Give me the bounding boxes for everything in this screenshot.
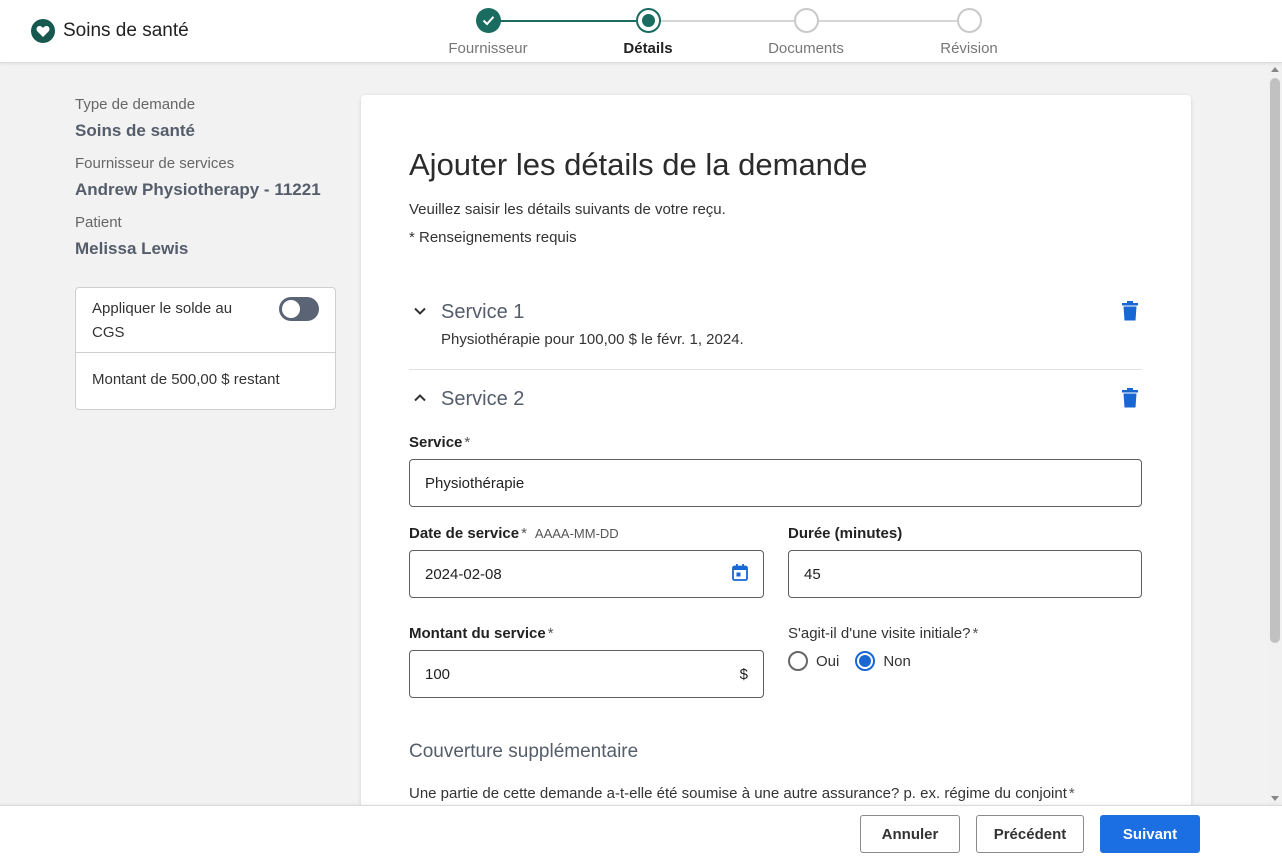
date-field-label: Date de service * AAAA-MM-DD xyxy=(409,525,619,542)
initial-visit-label-text: S'agit-il d'une visite initiale? xyxy=(788,625,971,642)
radio-non-label[interactable]: Non xyxy=(883,653,911,670)
pending-step-indicator xyxy=(956,8,982,33)
provider-label: Fournisseur de services xyxy=(75,155,235,172)
scrollbar-thumb[interactable] xyxy=(1270,78,1280,643)
provider-value: Andrew Physiotherapy - 11221 xyxy=(75,180,321,199)
top-header: Soins de santé Fournisseur Détails Docum… xyxy=(0,0,1282,63)
current-step-indicator xyxy=(635,8,661,33)
duration-field-label: Durée (minutes) xyxy=(788,525,903,542)
balance-card: Appliquer le solde au CGS Montant de 500… xyxy=(75,287,336,410)
amount-field-label: Montant du service * xyxy=(409,625,554,642)
step-label: Détails xyxy=(623,40,673,57)
date-input-value: 2024-02-08 xyxy=(425,565,502,583)
service-label-text: Service xyxy=(409,434,463,451)
amount-input-value: 100 xyxy=(425,665,451,683)
initial-visit-options: Oui Non xyxy=(788,651,911,671)
scroll-up-arrow-icon[interactable] xyxy=(1271,67,1279,72)
coverage-question-text: Une partie de cette demande a-t-elle été… xyxy=(409,785,1067,802)
coverage-question: Une partie de cette demande a-t-elle été… xyxy=(409,785,1075,802)
pending-step-indicator xyxy=(793,8,819,33)
claim-type-label: Type de demande xyxy=(75,96,196,113)
trash-icon[interactable] xyxy=(1121,388,1139,413)
footer-action-bar: Annuler Précédent Suivant xyxy=(0,805,1282,859)
radio-oui-label[interactable]: Oui xyxy=(816,653,839,670)
service-1-summary: Physiothérapie pour 100,00 $ le févr. 1,… xyxy=(441,331,744,348)
chevron-up-icon[interactable] xyxy=(413,391,427,410)
date-of-service-input[interactable]: 2024-02-08 xyxy=(409,550,764,598)
apply-balance-toggle[interactable] xyxy=(279,297,319,321)
duration-input-value: 45 xyxy=(804,565,821,583)
scroll-down-arrow-icon[interactable] xyxy=(1271,796,1279,801)
currency-suffix: $ xyxy=(739,665,748,683)
service-input[interactable]: Physiothérapie xyxy=(409,459,1142,507)
step-fournisseur: Fournisseur xyxy=(428,8,548,57)
step-documents: Documents xyxy=(746,8,866,57)
step-label: Fournisseur xyxy=(448,40,528,57)
service-1-title[interactable]: Service 1 xyxy=(441,301,524,324)
service-input-value: Physiothérapie xyxy=(425,474,525,492)
trash-icon[interactable] xyxy=(1121,301,1139,326)
step-details: Détails xyxy=(588,8,708,57)
date-format-hint: AAAA-MM-DD xyxy=(534,526,619,541)
page-scrollbar[interactable] xyxy=(1268,63,1282,805)
cancel-button[interactable]: Annuler xyxy=(860,815,960,853)
claim-type-value: Soins de santé xyxy=(75,121,195,140)
required-note: * Renseignements requis xyxy=(409,229,577,246)
calendar-icon[interactable] xyxy=(732,563,748,585)
radio-non[interactable] xyxy=(855,651,876,671)
coverage-section-title: Couverture supplémentaire xyxy=(409,741,639,762)
required-marker: * xyxy=(547,625,554,642)
required-marker: * xyxy=(972,625,979,642)
duration-input[interactable]: 45 xyxy=(788,550,1142,598)
service-amount-input[interactable]: 100 $ xyxy=(409,650,764,698)
service-divider xyxy=(409,369,1142,370)
amount-label-text: Montant du service xyxy=(409,625,546,642)
previous-button[interactable]: Précédent xyxy=(976,815,1084,853)
progress-stepper: Fournisseur Détails Documents Révision xyxy=(0,0,1282,63)
balance-toggle-label: Appliquer le solde au CGS xyxy=(92,300,233,341)
balance-remaining: Montant de 500,00 $ restant xyxy=(92,371,280,388)
balance-toggle-row: Appliquer le solde au CGS xyxy=(76,288,335,353)
toggle-knob xyxy=(282,300,300,318)
service-2-title[interactable]: Service 2 xyxy=(441,388,524,411)
required-marker: * xyxy=(1068,785,1075,802)
patient-value: Melissa Lewis xyxy=(75,239,189,258)
page-subtitle: Veuillez saisir les détails suivants de … xyxy=(409,201,726,218)
check-icon xyxy=(475,8,501,33)
service-field-label: Service * xyxy=(409,434,470,451)
required-marker: * xyxy=(464,434,471,451)
chevron-down-icon[interactable] xyxy=(413,304,427,323)
step-label: Révision xyxy=(940,40,998,57)
required-marker: * xyxy=(521,525,527,542)
page-title: Ajouter les détails de la demande xyxy=(409,147,868,182)
next-button[interactable]: Suivant xyxy=(1100,815,1200,853)
initial-visit-label: S'agit-il d'une visite initiale? * xyxy=(788,625,978,642)
step-label: Documents xyxy=(768,40,844,57)
step-revision: Révision xyxy=(909,8,1029,57)
radio-oui[interactable] xyxy=(788,651,808,671)
patient-label: Patient xyxy=(75,214,122,231)
date-label-text: Date de service xyxy=(409,525,520,542)
claim-details-card: Ajouter les détails de la demande Veuill… xyxy=(361,95,1191,855)
